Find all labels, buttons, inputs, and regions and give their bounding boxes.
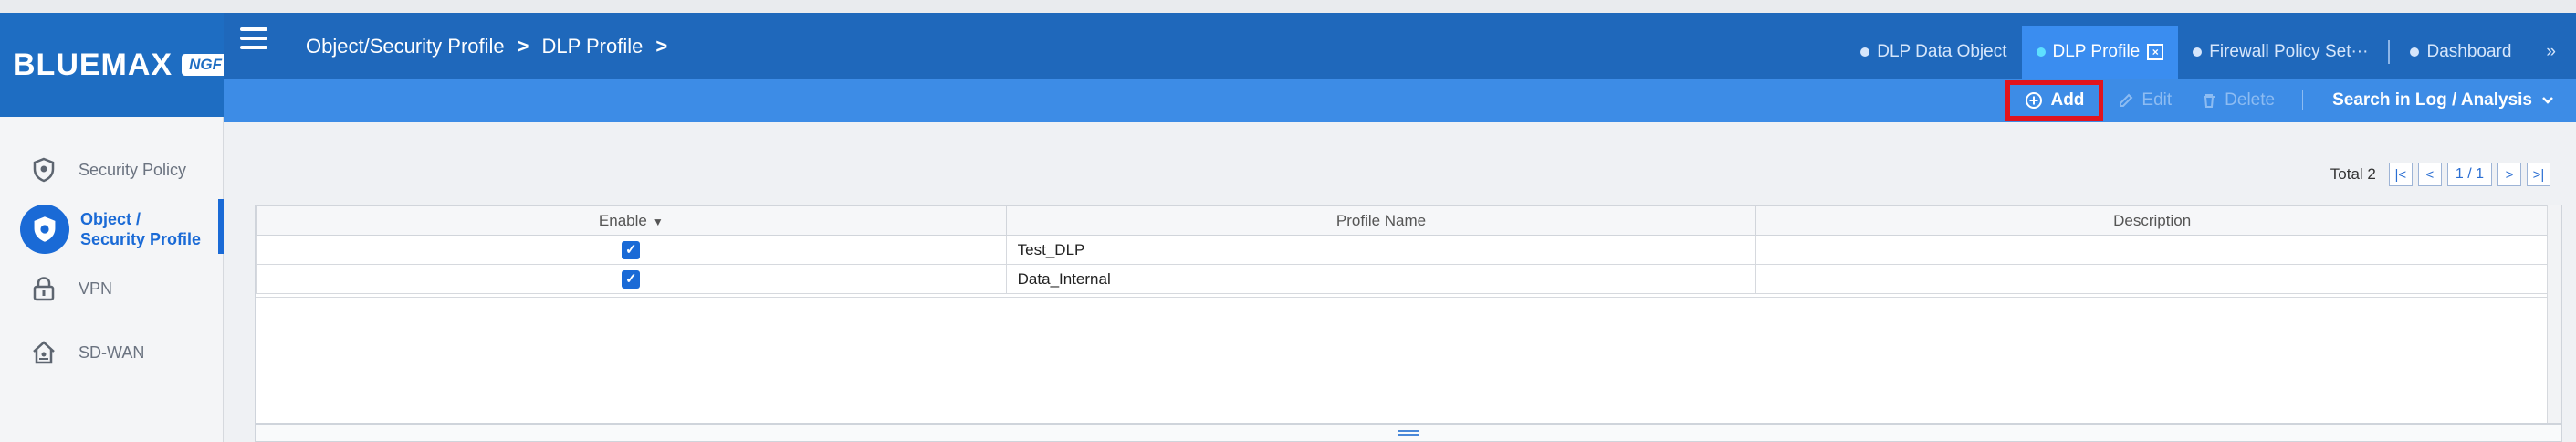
column-header-enable[interactable]: Enable ▼ (256, 205, 1007, 236)
logo-badge: NGF (182, 54, 229, 76)
pagination: Total 2 |< < 1 / 1 > >| (2330, 163, 2550, 186)
delete-label: Delete (2225, 90, 2276, 110)
profile-table: Enable ▼ Profile Name Description ✓ Test_… (256, 205, 2549, 294)
prev-page-icon[interactable]: < (2417, 163, 2442, 186)
app-window: BLUEMAX NGF Security Policy Object / Sec… (0, 0, 2576, 442)
last-page-icon[interactable]: >| (2527, 163, 2550, 186)
add-button[interactable]: Add (2005, 80, 2104, 121)
breadcrumb-separator-icon: > (517, 35, 529, 58)
drag-handle-icon (1398, 428, 1419, 437)
breadcrumb-separator-icon: > (655, 35, 668, 58)
toolbar-divider (2302, 90, 2304, 110)
tab-firewall-policy-set[interactable]: Firewall Policy Set··· (2178, 26, 2382, 79)
sidebar-item-label: SD-WAN (79, 342, 145, 362)
page-indicator: 1 / 1 (2446, 163, 2492, 186)
tab-dlp-profile[interactable]: DLP Profile × (2021, 26, 2179, 79)
panel-resize-handle[interactable] (255, 424, 2562, 442)
enable-cell: ✓ (256, 235, 1007, 265)
more-tabs-icon[interactable]: » (2526, 26, 2576, 79)
sidebar-item-label: VPN (79, 279, 113, 298)
breadcrumb: Object/Security Profile > DLP Profile > (306, 35, 667, 58)
profile-name-cell: Test_DLP (1005, 235, 1757, 265)
next-page-icon[interactable]: > (2497, 163, 2521, 186)
tab-dot-icon (2193, 47, 2203, 57)
description-cell (1755, 235, 2549, 265)
top-bar: Object/Security Profile > DLP Profile > … (224, 13, 2576, 79)
hamburger-menu-icon[interactable] (240, 27, 267, 49)
search-log-label: Search in Log / Analysis (2332, 90, 2532, 110)
profile-grid: Enable ▼ Profile Name Description ✓ Test_… (255, 205, 2562, 424)
table-header-row: Enable ▼ Profile Name Description (256, 205, 2549, 236)
breadcrumb-item-dlp-profile[interactable]: DLP Profile (542, 35, 644, 58)
sidebar-item-vpn[interactable]: VPN (0, 270, 224, 307)
breadcrumb-item-object-security-profile[interactable]: Object/Security Profile (306, 35, 505, 58)
sidebar: Security Policy Object / Security Profil… (0, 117, 224, 442)
add-circle-icon (2026, 92, 2043, 109)
description-cell (1755, 264, 2549, 294)
trash-icon (2204, 94, 2215, 108)
total-count: Total 2 (2330, 165, 2376, 183)
edit-button[interactable]: Edit (2103, 82, 2186, 119)
tab-label: Firewall Policy Set··· (2209, 42, 2369, 61)
close-tab-icon[interactable]: × (2147, 44, 2164, 60)
grid-empty-area (256, 297, 2547, 423)
logo-text: BLUEMAX (13, 47, 173, 82)
add-label: Add (2050, 90, 2085, 110)
home-network-icon (26, 334, 62, 371)
sort-caret-icon[interactable]: ▼ (653, 216, 664, 228)
enable-cell: ✓ (256, 264, 1007, 294)
tab-dashboard[interactable]: Dashboard (2395, 26, 2526, 79)
lock-icon (26, 270, 62, 307)
shield-icon (26, 152, 62, 188)
action-toolbar: Add Edit Delete Search in Log / Analysis (224, 79, 2576, 122)
column-header-description[interactable]: Description (1755, 205, 2549, 236)
first-page-icon[interactable]: |< (2388, 163, 2413, 186)
tab-divider (2388, 40, 2391, 64)
main-content: Total 2 |< < 1 / 1 > >| Enable ▼ Profile … (224, 122, 2576, 442)
edit-icon (2120, 93, 2133, 107)
profile-name-cell: Data_Internal (1005, 264, 1757, 294)
sidebar-item-label: Object / Security Profile (80, 210, 202, 248)
sidebar-item-label: Security Policy (79, 160, 187, 179)
chevron-down-icon (2542, 97, 2553, 104)
tab-label: Dashboard (2426, 42, 2512, 61)
vertical-scrollbar[interactable] (2547, 205, 2561, 423)
column-header-profile-name[interactable]: Profile Name (1005, 205, 1757, 236)
open-tabs: DLP Data Object DLP Profile × Firewall P… (1846, 26, 2576, 79)
tab-dot-icon (2410, 47, 2420, 57)
enable-checkbox[interactable]: ✓ (622, 270, 641, 289)
enable-checkbox[interactable]: ✓ (622, 241, 641, 259)
tab-dot-icon (2036, 47, 2046, 57)
sidebar-item-object-security-profile[interactable]: Object / Security Profile (0, 199, 224, 254)
header-label: Enable (598, 211, 647, 229)
tab-dot-icon (1860, 47, 1870, 57)
sidebar-item-sd-wan[interactable]: SD-WAN (0, 334, 224, 371)
delete-button[interactable]: Delete (2186, 82, 2289, 119)
search-in-log-analysis-dropdown[interactable]: Search in Log / Analysis (2316, 82, 2576, 119)
sidebar-item-security-policy[interactable]: Security Policy (0, 152, 224, 188)
edit-label: Edit (2141, 90, 2173, 110)
table-row[interactable]: ✓ Data_Internal (256, 264, 2549, 294)
tab-dlp-data-object[interactable]: DLP Data Object (1846, 26, 2021, 79)
shield-check-icon (20, 205, 69, 254)
table-row[interactable]: ✓ Test_DLP (256, 235, 2549, 265)
brand-logo[interactable]: BLUEMAX NGF (0, 13, 229, 117)
tab-label: DLP Data Object (1877, 42, 2007, 61)
tab-label: DLP Profile (2052, 42, 2141, 61)
